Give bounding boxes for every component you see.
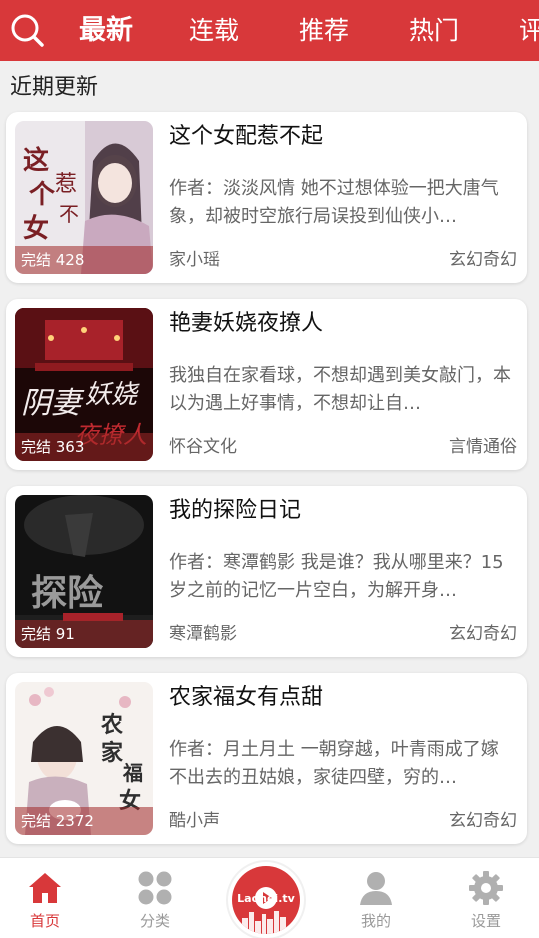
svg-text:个: 个 (29, 180, 56, 210)
svg-text:不: 不 (59, 202, 79, 226)
search-icon (11, 14, 44, 47)
tab-serial[interactable]: 连载 (189, 14, 239, 48)
book-cover[interactable]: 阴妻 妖娆 夜撩人 完结 363 (15, 308, 153, 461)
status-badge: 完结 91 (15, 620, 153, 648)
book-card[interactable]: 农 家 福 女 完结 2372 农家福女有点甜 作者：月土月土 一朝穿越，叶青雨… (6, 673, 527, 844)
svg-text:女: 女 (23, 213, 49, 244)
book-author: 寒潭鹤影 (169, 624, 237, 644)
tab-review[interactable]: 评 (519, 14, 539, 48)
svg-text:福: 福 (122, 761, 143, 785)
book-description: 作者：寒潭鹤影 我是谁？我从哪里来？15岁之前的记忆一片空白，为解开身… (169, 552, 504, 601)
book-author: 酷小声 (169, 811, 220, 831)
book-author: 家小瑶 (169, 250, 220, 270)
logo-text: Laohei.tv (237, 892, 295, 905)
nav-category-label: 分类 (139, 912, 170, 930)
center-logo: Laohei.tv (232, 866, 300, 934)
svg-text:家: 家 (101, 740, 124, 766)
status-badge: 完结 363 (15, 433, 153, 461)
book-cover[interactable]: 探险 完结 91 (15, 495, 153, 648)
svg-text:妖娆: 妖娆 (85, 380, 140, 410)
book-author: 怀谷文化 (169, 437, 237, 457)
search-button[interactable] (9, 12, 45, 48)
nav-settings[interactable]: 设置 (446, 858, 526, 938)
book-description: 作者：月土月土 一朝穿越，叶青雨成了嫁不出去的丑姑娘，家徒四壁，穷的… (169, 739, 499, 788)
nav-mine-label: 我的 (360, 912, 391, 930)
tab-recommend[interactable]: 推荐 (299, 14, 349, 48)
book-card[interactable]: 阴妻 妖娆 夜撩人 完结 363 艳妻妖娆夜撩人 我独自在家看球，不想却遇到美女… (6, 299, 527, 470)
book-title[interactable]: 艳妻妖娆夜撩人 (169, 309, 323, 339)
nav-mine[interactable]: 我的 (336, 858, 416, 938)
book-genre: 言情通俗 (449, 437, 517, 457)
nav-settings-label: 设置 (470, 912, 501, 930)
category-icon (138, 871, 172, 905)
book-title[interactable]: 我的探险日记 (169, 496, 301, 526)
tab-latest[interactable]: 最新 (79, 14, 133, 48)
settings-icon (469, 871, 503, 905)
status-badge: 完结 2372 (15, 807, 153, 835)
book-genre: 玄幻奇幻 (449, 624, 517, 644)
book-cover[interactable]: 农 家 福 女 完结 2372 (15, 682, 153, 835)
section-title: 近期更新 (10, 75, 99, 100)
status-badge: 完结 428 (15, 246, 153, 274)
user-icon (360, 872, 392, 905)
tab-hot[interactable]: 热门 (409, 14, 459, 48)
nav-category[interactable]: 分类 (115, 858, 195, 938)
book-title[interactable]: 农家福女有点甜 (169, 683, 323, 713)
book-description: 作者：淡淡风情 她不过想体验一把大唐气象，却被时空旅行局误投到仙侠小… (169, 178, 499, 227)
svg-text:阴妻: 阴妻 (21, 386, 85, 421)
home-icon (29, 873, 61, 903)
book-cover[interactable]: 这 个 女 惹 不 完结 428 (15, 121, 153, 274)
book-card[interactable]: 探险 完结 91 我的探险日记 作者：寒潭鹤影 我是谁？我从哪里来？15岁之前的… (6, 486, 527, 657)
book-description: 我独自在家看球，不想却遇到美女敲门，本以为遇上好事情，不想却让自… (169, 365, 511, 414)
book-card[interactable]: 这 个 女 惹 不 完结 428 这个女配惹不起 作者：淡淡风情 她不过想体验一… (6, 112, 527, 283)
book-genre: 玄幻奇幻 (449, 811, 517, 831)
svg-text:探险: 探险 (31, 573, 104, 614)
svg-text:农: 农 (100, 712, 123, 738)
center-play-button[interactable]: Laohei.tv (228, 862, 304, 938)
nav-home[interactable]: 首页 (5, 858, 85, 938)
book-genre: 玄幻奇幻 (449, 250, 517, 270)
svg-text:这: 这 (23, 145, 49, 176)
nav-home-label: 首页 (29, 912, 60, 930)
book-title[interactable]: 这个女配惹不起 (169, 122, 323, 152)
top-bar: 最新 连载 推荐 热门 评 (0, 0, 539, 61)
svg-text:惹: 惹 (55, 172, 77, 197)
